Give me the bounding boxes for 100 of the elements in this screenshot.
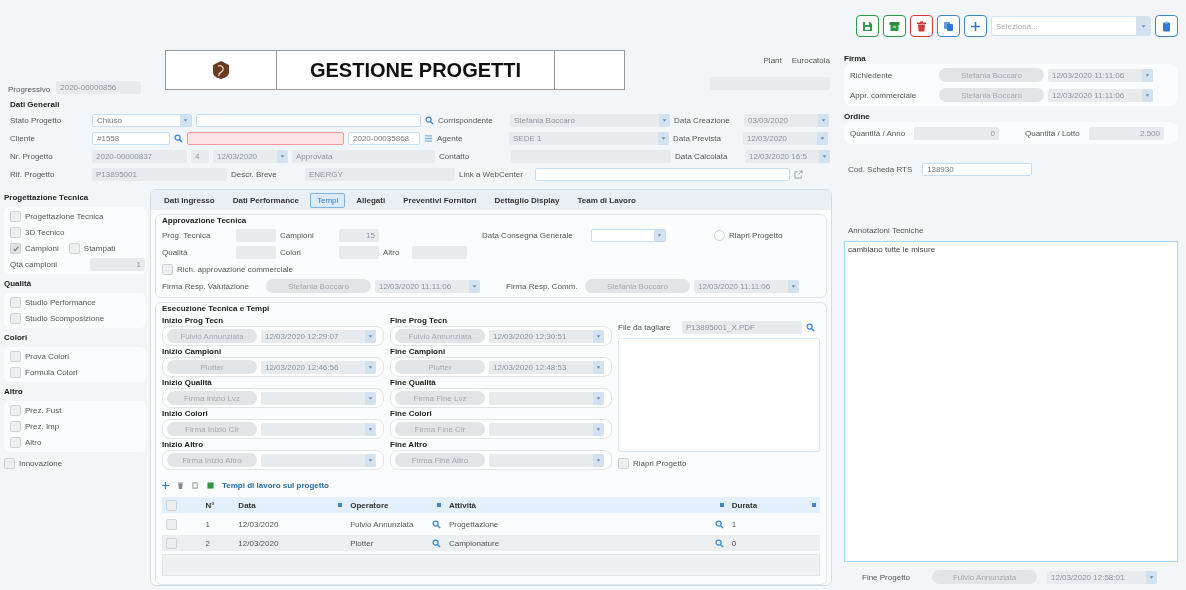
dropdown-field[interactable]	[261, 453, 376, 467]
dropdown-field[interactable]: 12/03/2020 11:11:06	[694, 279, 799, 293]
checkbox[interactable]	[10, 211, 21, 222]
search-icon[interactable]	[806, 322, 815, 332]
dropdown-field[interactable]: 12/03/2020 11:11:06	[1048, 68, 1153, 82]
signature-button[interactable]: Fulvio Annunziata	[395, 329, 485, 343]
copy-button[interactable]	[937, 15, 960, 37]
text-field[interactable]: ENERGY	[305, 167, 455, 181]
dropdown-field[interactable]	[489, 422, 604, 436]
checkbox[interactable]	[10, 405, 21, 416]
search-icon[interactable]	[714, 519, 724, 529]
dropdown-field[interactable]: Stefania Boccaro	[510, 113, 670, 127]
text-field[interactable]: 2020-00000856	[56, 81, 142, 94]
archive-box-button[interactable]	[883, 15, 906, 37]
dropdown-field[interactable]	[489, 391, 604, 405]
checkbox[interactable]	[10, 243, 21, 254]
dropdown-field[interactable]: 12/03/2020 11:11:06	[375, 279, 480, 293]
column-header[interactable]: Data	[238, 500, 256, 510]
dropdown-field[interactable]: 12/03/2020	[213, 149, 288, 163]
tab[interactable]: Dati Performance	[225, 192, 306, 208]
text-field[interactable]: 2.500	[1089, 126, 1164, 140]
text-field[interactable]: 2020-00035868	[348, 131, 420, 145]
tab[interactable]: Dati Ingresso	[157, 192, 222, 208]
checkbox[interactable]	[162, 263, 173, 275]
copy-icon[interactable]	[192, 481, 199, 489]
checkbox[interactable]	[10, 437, 21, 448]
checkbox[interactable]	[10, 421, 21, 432]
checkbox[interactable]	[166, 537, 177, 549]
list-icon[interactable]	[424, 133, 433, 143]
column-header[interactable]: Attività	[448, 500, 477, 510]
text-field[interactable]: 2020-00000837	[92, 149, 187, 163]
text-area[interactable]: cambiano tutte le misure	[844, 241, 1178, 562]
tab[interactable]: Dettaglio Display	[487, 192, 567, 208]
trash-button[interactable]	[910, 15, 933, 37]
input-field[interactable]	[535, 167, 790, 181]
dropdown-field[interactable]: 03/03/2020	[744, 113, 829, 127]
text-field[interactable]: 4	[191, 149, 209, 163]
signature-button[interactable]: Fulvio Annunziata	[167, 329, 257, 343]
dropdown-field[interactable]: 12/03/2020 12:29:07	[261, 329, 376, 343]
text-field[interactable]: 15	[339, 228, 379, 242]
text-field[interactable]: P13895001	[92, 167, 227, 181]
dropdown-field[interactable]: Chiuso	[92, 113, 192, 127]
search-icon[interactable]	[425, 115, 434, 125]
add-button[interactable]	[964, 15, 987, 37]
checkbox[interactable]	[68, 243, 80, 254]
checkbox[interactable]	[10, 351, 21, 362]
filter-icon[interactable]	[338, 503, 343, 507]
table-row[interactable]: 2 12/03/2020 Plotter Campionature 0	[162, 535, 820, 551]
checkbox[interactable]	[166, 518, 177, 530]
dropdown-field[interactable]: SEDE 1	[509, 131, 669, 145]
select-field[interactable]: Seleziona...	[991, 16, 1151, 36]
checkbox[interactable]	[10, 367, 21, 378]
column-header[interactable]: N°	[205, 500, 215, 510]
text-field[interactable]: Approvata	[292, 149, 435, 163]
filter-icon[interactable]	[436, 503, 441, 507]
spreadsheet-icon[interactable]	[207, 481, 214, 489]
dropdown-field[interactable]: 12/03/2020	[743, 131, 828, 145]
text-field[interactable]: 1	[90, 258, 145, 271]
checkbox[interactable]	[10, 297, 21, 308]
tab[interactable]: Allegati	[349, 192, 393, 208]
clipboard-button[interactable]	[1155, 15, 1178, 37]
column-header[interactable]: Operatore	[350, 500, 389, 510]
text-field[interactable]: #1558	[92, 131, 170, 145]
dropdown-field[interactable]: 12/03/2020 16:5	[745, 149, 830, 163]
checkbox[interactable]	[166, 499, 177, 511]
tab[interactable]: Tempi	[309, 192, 346, 208]
filter-icon[interactable]	[811, 503, 816, 507]
checkbox[interactable]	[714, 229, 725, 241]
add-icon[interactable]	[162, 481, 169, 489]
dropdown-field[interactable]	[261, 391, 376, 405]
checkbox[interactable]	[10, 227, 21, 238]
dropdown-field[interactable]: 12/03/2020 12:46:56	[261, 360, 376, 374]
checkbox[interactable]	[618, 457, 629, 469]
text-field[interactable]: P13895001_X.PDF	[682, 320, 802, 334]
save-icon	[862, 20, 873, 32]
tab[interactable]: Preventivi Fornitori	[396, 192, 484, 208]
checkbox[interactable]	[4, 458, 15, 469]
text-field[interactable]: 138930	[922, 162, 1032, 176]
external-link-icon[interactable]	[794, 169, 803, 179]
caret-icon	[654, 229, 665, 241]
dropdown-field[interactable]: 12/03/2020 11:11:06	[1048, 88, 1153, 102]
dropdown-field[interactable]	[489, 453, 604, 467]
search-icon[interactable]	[714, 538, 724, 548]
checkbox[interactable]	[10, 313, 21, 324]
input-field[interactable]	[187, 131, 344, 145]
dropdown-field[interactable]	[591, 228, 666, 242]
text-field[interactable]: 0	[914, 126, 999, 140]
search-icon[interactable]	[431, 538, 441, 548]
tab[interactable]: Team di Lavoro	[570, 192, 643, 208]
column-header[interactable]: Durata	[731, 500, 758, 510]
filter-icon[interactable]	[719, 503, 724, 507]
search-icon[interactable]	[431, 519, 441, 529]
dropdown-field[interactable]: 12/03/2020 12:48:53	[489, 360, 604, 374]
trash-icon[interactable]	[177, 481, 184, 489]
save-button[interactable]	[856, 15, 879, 37]
dropdown-field[interactable]: 12/03/2020 12:58:01	[1047, 570, 1157, 584]
input-field[interactable]	[196, 113, 421, 127]
dropdown-field[interactable]	[261, 422, 376, 436]
dropdown-field[interactable]: 12/03/2020 12:30:51	[489, 329, 604, 343]
search-icon[interactable]	[174, 133, 183, 143]
